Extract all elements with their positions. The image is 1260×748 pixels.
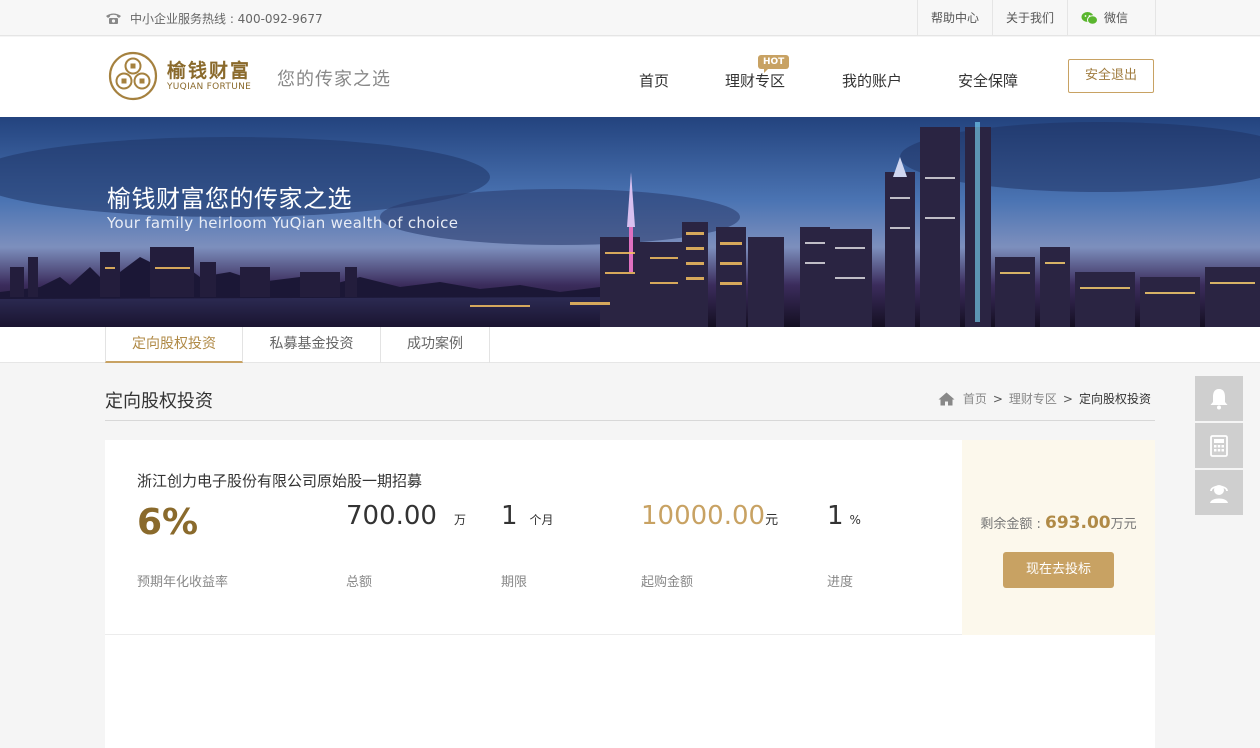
hotline-text: 中小企业服务热线 : 400-092-9677	[130, 12, 323, 26]
progress: 1%	[827, 501, 861, 531]
progress-label: 进度	[827, 575, 854, 590]
help-center-link[interactable]: 帮助中心	[916, 0, 992, 36]
total-amount-label: 总额	[346, 575, 373, 590]
product-name[interactable]: 浙江创力电子股份有限公司原始股一期招募	[137, 470, 422, 491]
product-info: 浙江创力电子股份有限公司原始股一期招募 6% 预期年化收益率 700.00 万 总…	[105, 440, 962, 635]
term-label: 期限	[501, 575, 528, 590]
service-hotline: 中小企业服务热线 : 400-092-9677	[105, 10, 323, 27]
customer-service-icon	[1210, 484, 1228, 503]
breadcrumb-finance-zone[interactable]: 理财专区	[1009, 390, 1057, 407]
top-links: 帮助中心 关于我们 微信	[916, 0, 1156, 36]
section-title: 定向股权投资	[105, 391, 213, 412]
breadcrumb: 首页 > 理财专区 > 定向股权投资	[938, 390, 1151, 407]
wechat-link[interactable]: 微信	[1066, 0, 1156, 36]
logo-english-name: YUQIAN FORTUNE	[167, 81, 252, 92]
logo-mark-icon	[108, 51, 158, 101]
tab-directed-equity[interactable]: 定向股权投资	[105, 327, 243, 363]
site-header: 榆钱财富 YUQIAN FORTUNE 您的传家之选 首页 理财专区 HOT 我…	[0, 37, 1260, 117]
notification-tool[interactable]	[1195, 376, 1243, 421]
nav-finance-zone-label: 理财专区	[724, 72, 785, 90]
logo[interactable]: 榆钱财富 YUQIAN FORTUNE	[105, 51, 251, 101]
progress-unit: %	[849, 513, 861, 527]
breadcrumb-home[interactable]: 首页	[963, 390, 987, 407]
about-us-link[interactable]: 关于我们	[991, 0, 1067, 36]
logout-button[interactable]: 安全退出	[1068, 59, 1154, 93]
term-unit: 个月	[529, 513, 554, 527]
total-amount-value: 700.00	[346, 501, 437, 531]
annual-rate-value: 6%	[137, 502, 199, 543]
remaining-unit: 万元	[1110, 517, 1137, 532]
banner-title: 榆钱财富您的传家之选	[107, 185, 352, 213]
calculator-icon	[1210, 434, 1228, 457]
term-value: 1	[501, 501, 518, 531]
invest-now-button[interactable]: 现在去投标	[1003, 552, 1114, 588]
breadcrumb-current: 定向股权投资	[1078, 392, 1151, 406]
hero-banner: 榆钱财富您的传家之选 Your family heirloom YuQian w…	[0, 117, 1260, 327]
total-amount-unit: 万	[453, 513, 466, 527]
home-icon	[938, 392, 955, 405]
term: 1 个月	[501, 501, 554, 531]
min-purchase-unit: 元	[765, 513, 779, 528]
min-purchase: 10000.00元	[641, 501, 778, 531]
logo-chinese-name: 榆钱财富	[167, 59, 252, 82]
section-divider	[105, 420, 1155, 421]
category-tabs: 定向股权投资 私募基金投资 成功案例	[0, 327, 1260, 363]
breadcrumb-separator: >	[1062, 391, 1073, 406]
slogan: 您的传家之选	[277, 69, 391, 90]
remaining-label: 剩余金额 :	[980, 517, 1041, 532]
breadcrumb-separator: >	[992, 391, 1003, 406]
calculator-tool[interactable]	[1195, 423, 1243, 468]
tab-success-cases[interactable]: 成功案例	[381, 327, 490, 363]
nav-my-account[interactable]: 我的账户	[814, 37, 930, 117]
customer-service-tool[interactable]	[1195, 470, 1243, 515]
remaining-value: 693.00	[1045, 513, 1111, 533]
main-nav: 首页 理财专区 HOT 我的账户 安全保障	[612, 37, 1046, 117]
total-amount: 700.00 万	[346, 501, 466, 531]
min-purchase-value: 10000.00	[641, 501, 766, 531]
product-card: 浙江创力电子股份有限公司原始股一期招募 6% 预期年化收益率 700.00 万 总…	[105, 440, 1155, 748]
nav-finance-zone[interactable]: 理财专区 HOT	[696, 37, 814, 117]
annual-rate-label: 预期年化收益率	[137, 575, 229, 590]
banner-subtitle: Your family heirloom YuQian wealth of ch…	[107, 214, 459, 232]
floating-toolbar	[1195, 376, 1243, 517]
remaining-amount: 剩余金额 : 693.00万元	[962, 513, 1155, 533]
wechat-icon	[1081, 12, 1098, 25]
phone-icon	[105, 12, 122, 25]
invest-panel: 剩余金额 : 693.00万元 现在去投标	[962, 440, 1155, 635]
wechat-label: 微信	[1103, 11, 1128, 25]
bell-icon	[1210, 388, 1228, 409]
hot-badge: HOT	[758, 55, 790, 73]
top-utility-bar: 中小企业服务热线 : 400-092-9677 帮助中心 关于我们 微信	[0, 0, 1260, 36]
nav-security[interactable]: 安全保障	[930, 37, 1046, 117]
progress-value: 1	[827, 501, 844, 531]
min-purchase-label: 起购金额	[641, 575, 694, 590]
nav-home[interactable]: 首页	[612, 37, 696, 117]
tab-private-fund[interactable]: 私募基金投资	[243, 327, 381, 363]
